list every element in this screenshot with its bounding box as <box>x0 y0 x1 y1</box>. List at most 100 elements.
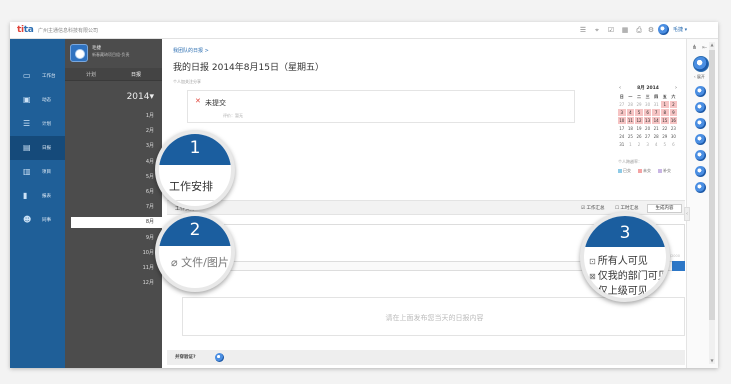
location-icon[interactable]: ⌖ <box>593 26 601 34</box>
colleague-avatar[interactable] <box>695 166 706 177</box>
settings-icon[interactable]: ⚙ <box>647 26 655 34</box>
calendar-day[interactable]: 5 <box>635 109 643 116</box>
chevron-down-icon[interactable]: ▼ <box>709 358 715 364</box>
calendar-icon[interactable]: ▦ <box>621 26 629 34</box>
nav-item[interactable]: ☻ 同事 <box>10 208 65 232</box>
self-avatar[interactable] <box>693 56 709 72</box>
calendar-day[interactable]: 30 <box>670 133 678 140</box>
work-summary-checkbox[interactable]: ☑ 工作汇总 <box>581 205 604 211</box>
calendar-day[interactable]: 4 <box>652 141 660 148</box>
calendar-day[interactable]: 10 <box>618 117 626 124</box>
calendar-day[interactable]: 6 <box>643 109 652 116</box>
colleague-avatar[interactable] <box>695 150 706 161</box>
calendar-day[interactable]: 28 <box>627 101 635 108</box>
nav-item[interactable]: ▤ 日报 <box>10 136 65 160</box>
calendar-day[interactable]: 7 <box>652 109 660 116</box>
nav-item[interactable]: ▮ 报表 <box>10 184 65 208</box>
org-tree-icon[interactable]: ⋔ <box>692 44 697 51</box>
calendar-day[interactable]: 9 <box>669 109 678 116</box>
calendar-day[interactable]: 31 <box>618 141 626 148</box>
month-item[interactable]: 12月 <box>143 279 154 286</box>
colleague-avatar[interactable] <box>695 86 706 97</box>
calendar-day[interactable]: 3 <box>644 141 652 148</box>
colleague-avatar[interactable] <box>695 182 706 193</box>
calendar-day[interactable]: 27 <box>644 133 652 140</box>
chevron-left-icon[interactable]: ‹ <box>684 207 690 221</box>
chevron-up-icon[interactable]: ▲ <box>709 42 715 48</box>
calendar-day[interactable]: 29 <box>661 133 669 140</box>
user-menu[interactable]: 毛捷 ▾ <box>673 26 687 33</box>
calendar-day[interactable]: 30 <box>644 101 652 108</box>
calendar-day[interactable]: 15 <box>661 117 669 124</box>
calendar-day[interactable]: 16 <box>669 117 678 124</box>
nav-item[interactable]: ▭ 工作台 <box>10 64 65 88</box>
month-item[interactable]: 2月 <box>146 127 154 134</box>
viewer-avatar[interactable] <box>215 353 224 362</box>
year-selector[interactable]: 2014▾ <box>127 92 154 102</box>
nav-item[interactable]: ▥ 项目 <box>10 160 65 184</box>
calendar-day[interactable]: 25 <box>627 133 635 140</box>
collapse-icon[interactable]: ⇤ <box>702 44 707 51</box>
colleague-avatar[interactable] <box>695 134 706 145</box>
calendar-day[interactable]: 2 <box>635 141 643 148</box>
calendar-day[interactable]: 21 <box>652 125 660 132</box>
month-item[interactable]: 4月 <box>146 158 154 165</box>
attachment-button[interactable]: ⌀ 文件/图片 <box>171 254 229 270</box>
nav-item[interactable]: ▣ 动态 <box>10 88 65 112</box>
calendar-day[interactable]: 4 <box>626 109 635 116</box>
month-item[interactable]: 1月 <box>146 112 154 119</box>
month-item[interactable]: 10月 <box>143 249 154 256</box>
month-item[interactable]: 8月 <box>146 218 154 225</box>
list-icon[interactable]: ☰ <box>579 26 587 34</box>
tab-report[interactable]: 日报 <box>131 71 141 78</box>
calendar-day[interactable]: 18 <box>627 125 635 132</box>
chevron-right-icon[interactable]: › <box>675 85 677 91</box>
calendar-day[interactable]: 5 <box>661 141 669 148</box>
calendar-day[interactable]: 12 <box>635 117 643 124</box>
visibility-option-superior[interactable]: ⊠ 仅上级可见 <box>589 282 648 297</box>
month-item[interactable]: 3月 <box>146 142 154 149</box>
calendar-day[interactable]: 19 <box>635 125 643 132</box>
calendar-day[interactable]: 17 <box>618 125 626 132</box>
hours-summary-checkbox[interactable]: ☐ 工时汇总 <box>615 205 638 211</box>
breadcrumb[interactable]: 我团队的日报 > <box>173 47 209 54</box>
calendar-day[interactable]: 8 <box>661 109 669 116</box>
user-avatar[interactable] <box>658 24 669 35</box>
follow-share-link[interactable]: 个人加关注分享 <box>173 79 201 85</box>
tita-logo[interactable]: tita <box>17 25 34 35</box>
calendar-day[interactable]: 6 <box>670 141 678 148</box>
tab-plan[interactable]: 计划 <box>86 71 96 78</box>
colleague-avatar[interactable] <box>695 118 706 129</box>
calendar-day[interactable]: 1 <box>661 101 669 108</box>
print-icon[interactable]: ⎙ <box>635 26 643 34</box>
calendar-day[interactable]: 2 <box>669 101 678 108</box>
check-icon[interactable]: ☑ <box>607 26 615 34</box>
calendar-day[interactable]: 14 <box>652 117 660 124</box>
calendar-day[interactable]: 29 <box>635 101 643 108</box>
calendar-day[interactable]: 23 <box>670 125 678 132</box>
calendar-day[interactable]: 31 <box>652 101 660 108</box>
visibility-option-all[interactable]: ⊡ 所有人可见 <box>589 252 648 267</box>
month-item[interactable]: 7月 <box>146 203 154 210</box>
scroll-thumb[interactable] <box>709 50 715 320</box>
calendar-day[interactable]: 13 <box>643 117 652 124</box>
colleague-avatar[interactable] <box>695 102 706 113</box>
calendar-day[interactable]: 11 <box>626 117 635 124</box>
month-item[interactable]: 6月 <box>146 188 154 195</box>
calendar-day[interactable]: 27 <box>618 101 626 108</box>
calendar-day[interactable]: 20 <box>644 125 652 132</box>
month-item[interactable]: 9月 <box>146 234 154 241</box>
scrollbar[interactable]: ▲ ▼ <box>709 42 715 364</box>
month-item[interactable]: 11月 <box>143 264 154 271</box>
calendar-day[interactable]: 28 <box>652 133 660 140</box>
generate-content-button[interactable]: 生成内容 <box>647 204 682 213</box>
visibility-option-department[interactable]: ⊠ 仅我的部门可见 <box>589 267 666 282</box>
calendar-day[interactable]: 26 <box>635 133 643 140</box>
profile-avatar[interactable] <box>70 44 88 62</box>
calendar-day[interactable]: 3 <box>618 109 626 116</box>
nav-item[interactable]: ☰ 计划 <box>10 112 65 136</box>
month-item[interactable]: 5月 <box>146 173 154 180</box>
publish-button[interactable] <box>672 261 685 271</box>
calendar-day[interactable]: 1 <box>627 141 635 148</box>
calendar-day[interactable]: 22 <box>661 125 669 132</box>
